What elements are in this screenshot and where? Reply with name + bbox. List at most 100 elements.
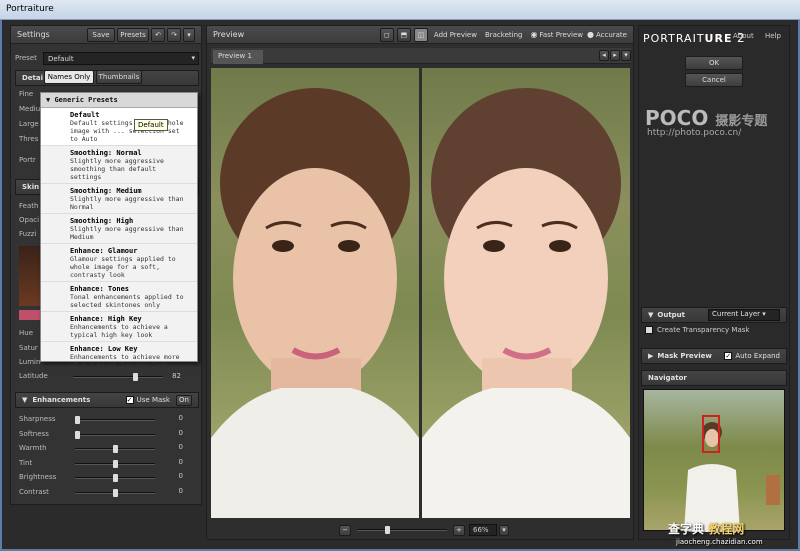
navigator-image [684, 422, 780, 532]
tab-next-icon[interactable]: ▸ [610, 50, 620, 61]
preset-item[interactable]: Enhance: High Key Enhancements to achieve… [41, 312, 197, 342]
tint-slider-handle[interactable] [113, 459, 118, 468]
single-view-icon[interactable]: ◻ [379, 27, 394, 42]
contrast-slider-handle[interactable] [113, 488, 118, 497]
watermark-chinese: 摄影专题 [715, 114, 768, 129]
add-preview-button[interactable]: Add Preview [434, 31, 477, 39]
preset-group-header[interactable]: ▼ Generic Presets [41, 93, 197, 108]
tab-names-only[interactable]: Names Only [44, 70, 94, 84]
tab-menu-icon[interactable]: ▾ [621, 50, 631, 61]
site-watermark-url: jiaocheng.chazidian.com [676, 538, 763, 546]
zoom-slider-handle[interactable] [385, 526, 390, 534]
ok-button[interactable]: OK [685, 56, 743, 70]
navigator-thumbnail[interactable] [643, 389, 785, 532]
about-link[interactable]: About [733, 32, 754, 40]
contrast-value: 0 [178, 486, 183, 495]
output-select-value: Current Layer [712, 310, 761, 318]
preset-item-name: Enhance: Glamour [70, 247, 138, 255]
brightness-slider[interactable] [75, 474, 155, 482]
cancel-button[interactable]: Cancel [685, 73, 743, 87]
preset-item[interactable]: Smoothing: High Slightly more aggressive … [41, 214, 197, 244]
preset-select[interactable]: Default ▾ [43, 51, 199, 65]
enhancement-row: Brightness 0 [19, 472, 195, 487]
use-mask-label: Use Mask [136, 396, 170, 404]
product-logo: PORTRAITURE 2 [643, 31, 746, 45]
enhancement-sliders: Sharpness 0 Softness 0 Warmth 0 Tint 0 Brigh… [19, 414, 195, 501]
original-image[interactable] [211, 68, 419, 518]
detail-labels: Fine Mediu Large Thres Portr [19, 90, 40, 164]
tint-slider[interactable] [75, 459, 155, 468]
skin-row-label: Opaci [19, 216, 40, 224]
preset-item[interactable]: Enhance: Tones Tonal enhancements applied… [41, 282, 197, 312]
softness-slider[interactable] [75, 430, 155, 439]
fast-preview-label: Fast Preview [539, 30, 583, 39]
enhancements-section[interactable]: ▼ Enhancements ✓ Use Mask On [15, 392, 199, 408]
chevron-down-icon: ▾ [191, 53, 195, 62]
latitude-slider-handle[interactable] [133, 373, 138, 381]
enhancement-row: Sharpness 0 [19, 414, 195, 429]
tab-thumbnails[interactable]: Thumbnails [96, 70, 142, 84]
preview-panel: Preview ◻ ⬒ ◫ Add Preview Bracketing ◉ Fa… [206, 25, 634, 540]
contrast-slider[interactable] [75, 488, 155, 497]
latitude-slider[interactable] [73, 373, 163, 381]
sharpness-slider[interactable] [75, 416, 155, 424]
preset-item-name: Smoothing: Normal [70, 149, 142, 157]
preset-item-name: Smoothing: Medium [70, 187, 142, 195]
preset-view-tabs: Names Only Thumbnails [44, 70, 144, 84]
preset-item[interactable]: Default Default settings ... to whole ima… [41, 108, 197, 146]
fast-preview-radio[interactable]: ◉ [530, 30, 537, 39]
output-select[interactable]: Current Layer ▾ [708, 309, 780, 321]
mask-preview-title: Mask Preview [657, 352, 712, 360]
auto-expand-checkbox[interactable]: ✓ [724, 352, 733, 360]
zoom-value[interactable]: 66% [469, 524, 497, 536]
softness-slider-handle[interactable] [75, 430, 80, 439]
details-title: Detai [22, 74, 44, 82]
transparency-label: Create Transparency Mask [657, 326, 750, 334]
preset-item[interactable]: Enhance: Low Key Enhancements to achieve … [41, 342, 197, 371]
skin-title: Skin [22, 183, 40, 191]
enhancements-title: Enhancements [32, 396, 91, 404]
contrast-label: Contrast [19, 487, 49, 496]
redo-icon[interactable]: ↷ [167, 27, 181, 42]
zoom-dropdown-icon[interactable]: ▾ [499, 524, 509, 536]
accurate-radio[interactable]: ● [587, 30, 594, 39]
output-section[interactable]: ▼ Output Current Layer ▾ [641, 307, 787, 323]
presets-button[interactable]: Presets [117, 27, 149, 42]
navigator-view-rectangle[interactable] [702, 415, 720, 453]
auto-expand-label: Auto Expand [735, 352, 780, 360]
preset-dropdown: ▼ Generic Presets Default Default setting… [40, 92, 198, 369]
sharpness-value: 0 [178, 414, 183, 422]
sharpness-slider-handle[interactable] [75, 416, 80, 424]
zoom-out-button[interactable]: − [339, 524, 351, 536]
tab-preview-1[interactable]: Preview 1 [213, 50, 263, 64]
save-button[interactable]: Save [87, 27, 115, 42]
undo-icon[interactable]: ↶ [151, 27, 165, 42]
saturation-label: Satur [19, 344, 38, 352]
brightness-slider-handle[interactable] [113, 474, 118, 482]
preset-item[interactable]: Smoothing: Medium Slightly more aggressiv… [41, 184, 197, 214]
enhancement-row: Tint 0 [19, 458, 195, 473]
right-panel: PORTRAITURE 2 About Help OK Cancel POCO … [638, 25, 790, 540]
warmth-slider[interactable] [75, 445, 155, 453]
use-mask-checkbox[interactable]: ✓ [125, 396, 134, 404]
warmth-slider-handle[interactable] [113, 445, 118, 453]
enhancements-on-button[interactable]: On [176, 394, 192, 406]
skin-labels: Feath Opaci Fuzzi [19, 202, 39, 244]
help-link[interactable]: Help [765, 32, 781, 40]
navigator-section[interactable]: Navigator [641, 370, 787, 386]
zoom-slider[interactable] [357, 526, 447, 534]
tab-prev-icon[interactable]: ◂ [599, 50, 609, 61]
menu-arrow-icon[interactable]: ▾ [183, 27, 195, 42]
zoom-in-button[interactable]: + [453, 524, 465, 536]
preset-item[interactable]: Smoothing: Normal Slightly more aggressiv… [41, 146, 197, 184]
split-vertical-icon[interactable]: ◫ [413, 27, 428, 42]
split-horizontal-icon[interactable]: ⬒ [396, 27, 411, 42]
preset-label: Preset [15, 54, 37, 62]
bracketing-button[interactable]: Bracketing [485, 31, 523, 39]
mask-preview-section[interactable]: ▶ Mask Preview ✓ Auto Expand [641, 348, 787, 364]
detail-row-label: Mediu [19, 105, 41, 113]
processed-image[interactable] [422, 68, 630, 518]
transparency-checkbox[interactable] [645, 326, 653, 334]
preset-item[interactable]: Enhance: Glamour Glamour settings applied… [41, 244, 197, 282]
preset-group-title: Generic Presets [54, 96, 118, 104]
